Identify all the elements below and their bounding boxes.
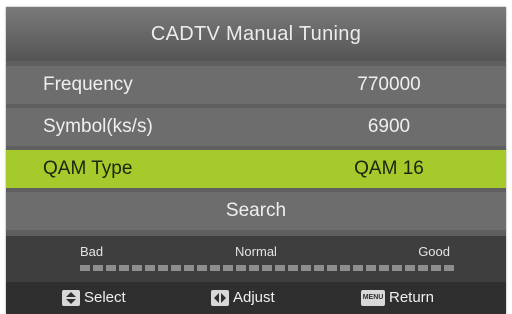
select-hint-label: Select — [84, 289, 126, 306]
qam-type-value: QAM 16 — [354, 158, 424, 179]
frequency-value: 770000 — [357, 74, 421, 95]
frequency-label: Frequency — [43, 74, 133, 95]
signal-quality: Bad Normal Good — [6, 236, 506, 282]
search-label: Search — [225, 200, 287, 221]
symbol-rate-row[interactable]: Symbol(ks/s) 6900 — [6, 108, 506, 146]
tuning-dialog: CADTV Manual Tuning Frequency 770000 Sym… — [6, 7, 506, 314]
search-button[interactable]: Search — [6, 192, 506, 230]
adjust-hint-label: Adjust — [233, 289, 275, 306]
left-right-arrows-icon — [211, 289, 229, 306]
key-hints-bar: Select Adjust MENU Return — [6, 282, 506, 314]
frequency-row[interactable]: Frequency 770000 — [6, 66, 506, 104]
return-hint: MENU Return — [361, 289, 434, 306]
dialog-title: CADTV Manual Tuning — [6, 7, 506, 61]
symbol-rate-value: 6900 — [367, 116, 411, 137]
menu-key-icon: MENU — [361, 289, 385, 306]
qam-type-label: QAM Type — [43, 158, 133, 179]
adjust-hint: Adjust — [211, 289, 275, 306]
return-hint-label: Return — [389, 289, 435, 306]
qam-type-row[interactable]: QAM Type QAM 16 — [6, 150, 506, 188]
symbol-rate-label: Symbol(ks/s) — [43, 116, 153, 137]
up-down-arrows-icon — [62, 289, 80, 306]
select-hint: Select — [62, 289, 126, 306]
signal-strength-bar — [80, 265, 456, 271]
signal-good-label: Good — [418, 244, 450, 259]
